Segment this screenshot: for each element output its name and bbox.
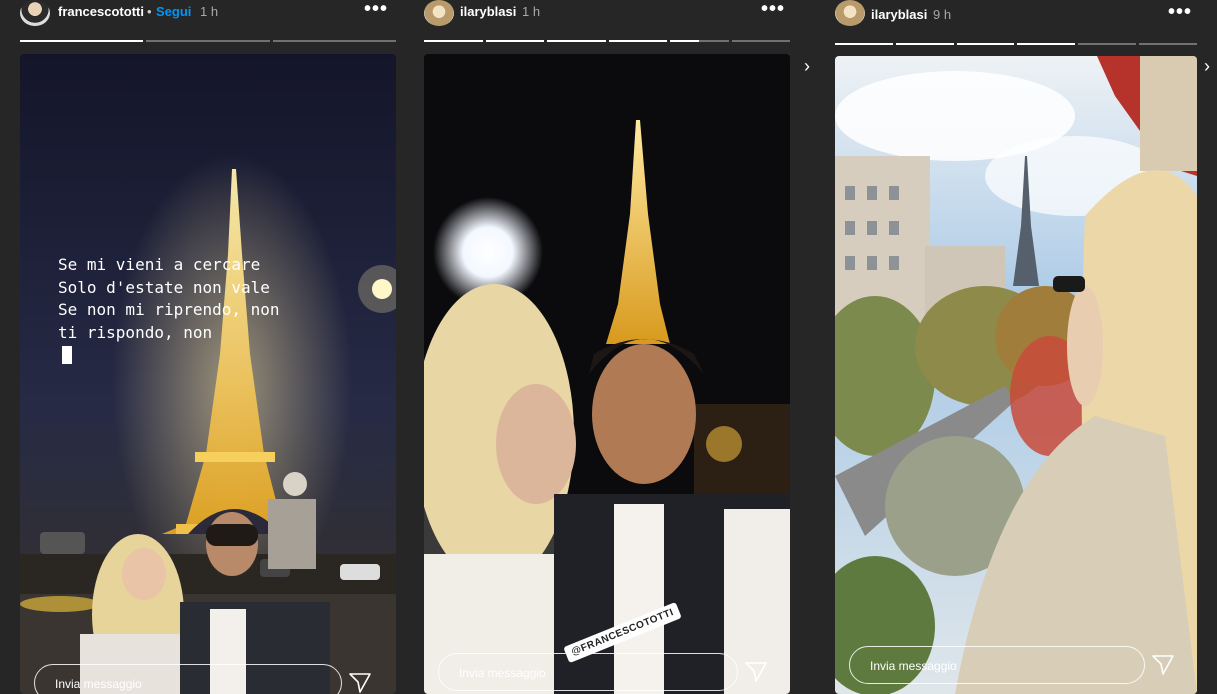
more-icon[interactable]: ••• (1168, 1, 1192, 24)
progress-segment (895, 43, 954, 45)
message-placeholder: Invia messaggio (870, 659, 957, 673)
story-progress (835, 43, 1197, 45)
progress-segment (835, 43, 893, 45)
send-icon[interactable] (348, 672, 372, 694)
selfie-eiffel-photo (424, 54, 790, 694)
progress-segment (670, 40, 729, 42)
progress-segment (1017, 43, 1076, 45)
story-progress (424, 40, 790, 42)
paris-balcony-photo (835, 56, 1197, 694)
separator-dot: • (147, 4, 152, 19)
progress-segment (608, 40, 667, 42)
eiffel-night-photo (20, 54, 396, 694)
story-time: 1 h (522, 4, 541, 19)
follow-button[interactable]: Segui (156, 4, 191, 19)
more-icon[interactable]: ••• (761, 0, 785, 21)
message-input[interactable]: Invia messaggio (438, 653, 738, 691)
story-ilaryblasi-2: ilaryblasi 9 h ••• Invia messaggio (835, 0, 1197, 694)
message-input[interactable]: Invia messaggio (849, 646, 1145, 684)
lyrics-text: Se mi vieni a cercare Solo d'estate non … (58, 255, 280, 342)
send-icon[interactable] (744, 661, 768, 683)
story-media[interactable]: @FRANCESCOTOTTI Invia messaggio (424, 54, 790, 694)
username[interactable]: ilaryblasi (871, 7, 927, 22)
avatar[interactable] (835, 0, 865, 26)
progress-segment (731, 40, 790, 42)
story-progress (20, 40, 396, 42)
username[interactable]: francescototti (58, 4, 144, 19)
message-placeholder: Invia messaggio (55, 677, 142, 691)
chevron-right-icon[interactable]: › (1204, 56, 1210, 77)
message-placeholder: Invia messaggio (459, 666, 546, 680)
text-cursor (62, 346, 72, 364)
avatar[interactable] (20, 0, 50, 26)
progress-segment (956, 43, 1015, 45)
story-francescototti: francescototti • Segui 1 h ••• Se mi vie… (20, 0, 396, 694)
username[interactable]: ilaryblasi (460, 4, 516, 19)
story-time: 9 h (933, 7, 952, 22)
story-header: francescototti • Segui 1 h ••• (20, 0, 396, 40)
progress-segment (272, 40, 396, 42)
story-header: ilaryblasi 9 h ••• (835, 0, 1197, 40)
send-icon[interactable] (1151, 654, 1175, 676)
story-header: ilaryblasi 1 h ••• (424, 0, 790, 40)
progress-segment (485, 40, 544, 42)
more-icon[interactable]: ••• (364, 0, 388, 21)
progress-segment (1078, 43, 1137, 45)
progress-segment (20, 40, 144, 42)
message-input[interactable]: Invia messaggio (34, 664, 342, 694)
progress-segment (146, 40, 270, 42)
story-media[interactable]: Invia messaggio (835, 56, 1197, 694)
story-ilaryblasi-1: ilaryblasi 1 h ••• @FRANCESCOTOTTI Invia… (424, 0, 790, 694)
story-media[interactable]: Se mi vieni a cercare Solo d'estate non … (20, 54, 396, 694)
progress-segment (1139, 43, 1197, 45)
story-time: 1 h (200, 4, 219, 19)
avatar[interactable] (424, 0, 454, 26)
progress-segment (424, 40, 483, 42)
chevron-right-icon[interactable]: › (804, 56, 810, 77)
progress-segment (547, 40, 606, 42)
